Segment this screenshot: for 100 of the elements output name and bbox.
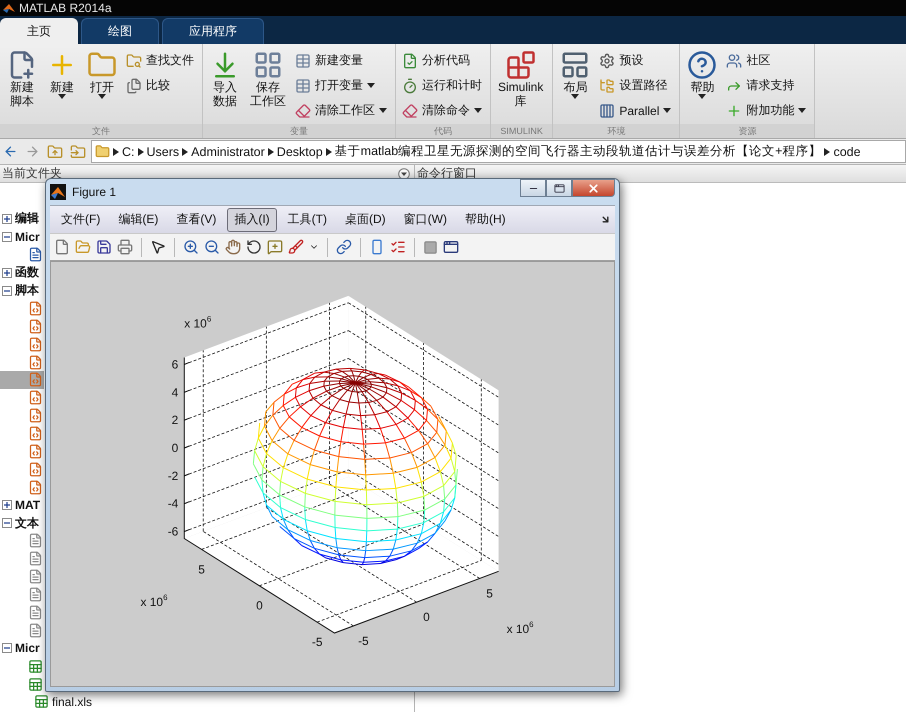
new-file-icon[interactable]	[54, 239, 70, 256]
ribbon-button[interactable]: 社区	[724, 49, 808, 72]
tree-row[interactable]: Micr	[0, 228, 44, 246]
breadcrumb-link[interactable]: Users	[146, 144, 180, 158]
ribbon-button[interactable]: Parallel	[597, 99, 674, 122]
ribbon-button[interactable]: 运行和计时	[400, 74, 484, 97]
expand-icon[interactable]	[2, 214, 12, 224]
ribbon-button[interactable]: 保存 工作区	[247, 48, 289, 124]
help-icon	[687, 50, 718, 80]
menu-item[interactable]: 窗口(W)	[396, 208, 454, 232]
tree-row[interactable]: 函数	[0, 264, 44, 282]
ribbon-button[interactable]: 新建	[44, 48, 80, 124]
group-label: 资源	[680, 124, 814, 138]
address-field[interactable]: C: Users Administrator Desktop 基于matlab编程卫星无源探测的空间飞行器主动段轨道估计与误差分析【论文+程序】 code	[91, 140, 906, 163]
square-icon[interactable]	[423, 240, 438, 255]
expand-icon[interactable]	[2, 268, 12, 278]
group-label: 环境	[553, 124, 680, 138]
data-tip-icon[interactable]	[267, 239, 283, 256]
ribbon-button[interactable]: 打开	[84, 48, 120, 124]
menu-item[interactable]: 编辑(E)	[111, 208, 166, 232]
legend-icon[interactable]	[390, 239, 406, 256]
files-icon	[126, 78, 142, 94]
ribbon-tab[interactable]: 绘图	[81, 18, 159, 44]
tick-label: -2	[168, 469, 178, 484]
tick-label: 0	[172, 441, 178, 456]
tree-row[interactable]: MAT	[0, 496, 44, 514]
breadcrumb-link[interactable]: Desktop	[276, 144, 323, 158]
ribbon-button[interactable]: 预设	[597, 49, 674, 72]
rotate-icon[interactable]	[246, 239, 262, 256]
breadcrumb-link[interactable]: 基于matlab编程卫星无源探测的空间飞行器主动段轨道估计与误差分析【论文+程序】	[334, 143, 822, 160]
menu-item[interactable]: 工具(T)	[280, 208, 334, 232]
menu-item[interactable]: 查看(V)	[169, 208, 224, 232]
code-file-icon	[28, 408, 43, 424]
ribbon-button[interactable]: 导入 数据	[207, 48, 243, 124]
open-folder-icon[interactable]	[75, 239, 91, 256]
ribbon-button[interactable]: 比较	[124, 74, 196, 97]
ribbon-button[interactable]: 设置路径	[597, 74, 674, 97]
maximize-button[interactable]	[546, 179, 572, 197]
maximize-icon	[554, 182, 564, 194]
group-label: 文件	[0, 124, 202, 138]
ribbon-tab[interactable]: 主页	[0, 18, 78, 44]
file-row[interactable]: final.xls	[0, 693, 92, 711]
file-check-icon	[402, 52, 418, 68]
ribbon-button[interactable]: Simulink 库	[495, 48, 546, 124]
file-name: final.xls	[52, 694, 92, 709]
collapse-icon[interactable]	[2, 518, 12, 528]
breadcrumb-arrow-icon	[268, 148, 274, 156]
ribbon-button[interactable]: 清除工作区	[293, 99, 389, 122]
save-icon[interactable]	[96, 239, 112, 256]
ribbon-button[interactable]: 新建变量	[293, 49, 389, 72]
layout-icon	[560, 50, 590, 80]
window-icon[interactable]	[443, 239, 459, 256]
tree-row[interactable]: 编辑	[0, 210, 44, 228]
collapse-icon[interactable]	[2, 232, 12, 242]
menu-item[interactable]: 插入(I)	[227, 208, 277, 232]
link-icon[interactable]	[336, 239, 352, 256]
breadcrumb-link[interactable]: code	[833, 144, 861, 158]
ribbon-tab[interactable]: 应用程序	[162, 18, 264, 44]
breadcrumb-link[interactable]: Administrator	[191, 144, 265, 158]
breadcrumb-link[interactable]: C:	[122, 144, 134, 158]
tree-row[interactable]: 脚本	[0, 282, 44, 300]
printer-icon[interactable]	[117, 239, 133, 256]
tree-row[interactable]: Micr	[0, 639, 44, 658]
corner-arrow-icon[interactable]	[600, 214, 611, 226]
forward-arrow-icon	[25, 144, 40, 159]
close-button[interactable]	[572, 179, 615, 197]
spreadsheet-icon	[28, 658, 43, 674]
ribbon-button[interactable]: 查找文件	[124, 49, 196, 72]
ribbon-button[interactable]: 帮助	[684, 48, 720, 124]
folder-label: 脚本	[15, 282, 39, 299]
ribbon-button[interactable]: 布局	[557, 48, 594, 124]
axis-exponent-label: x 10$^{6}$	[506, 620, 534, 636]
hand-icon[interactable]	[225, 239, 241, 256]
folder-icon	[95, 144, 110, 159]
tree-row[interactable]: 文本	[0, 514, 44, 532]
bars-icon	[599, 102, 616, 118]
ribbon-button[interactable]: 新建 脚本	[4, 48, 40, 124]
eraser-icon	[402, 102, 418, 118]
menu-item[interactable]: 桌面(D)	[338, 208, 393, 232]
menu-item[interactable]: 帮助(H)	[458, 208, 513, 232]
breadcrumb-arrow-icon	[113, 148, 119, 156]
people-icon	[726, 52, 742, 68]
text-file-icon	[28, 551, 43, 566]
minimize-button[interactable]	[520, 179, 546, 197]
group-label: SIMULINK	[491, 124, 552, 138]
pointer-icon[interactable]	[150, 239, 166, 256]
collapse-icon[interactable]	[2, 643, 12, 654]
collapse-icon[interactable]	[2, 286, 12, 296]
ribbon-button[interactable]: 打开变量	[293, 74, 389, 97]
zoom-out-icon[interactable]	[204, 239, 220, 256]
ribbon-button[interactable]: 附加功能	[724, 99, 808, 122]
ribbon-button[interactable]: 清除命令	[400, 99, 484, 122]
menu-item[interactable]: 文件(F)	[54, 208, 108, 232]
expand-icon[interactable]	[2, 500, 12, 510]
zoom-in-icon[interactable]	[183, 239, 199, 256]
ribbon-button[interactable]: 分析代码	[400, 49, 484, 72]
ribbon-button[interactable]: 请求支持	[724, 74, 808, 97]
group-label: 代码	[396, 124, 490, 138]
code-file-icon	[28, 336, 43, 352]
brush-icon[interactable]	[288, 239, 304, 256]
